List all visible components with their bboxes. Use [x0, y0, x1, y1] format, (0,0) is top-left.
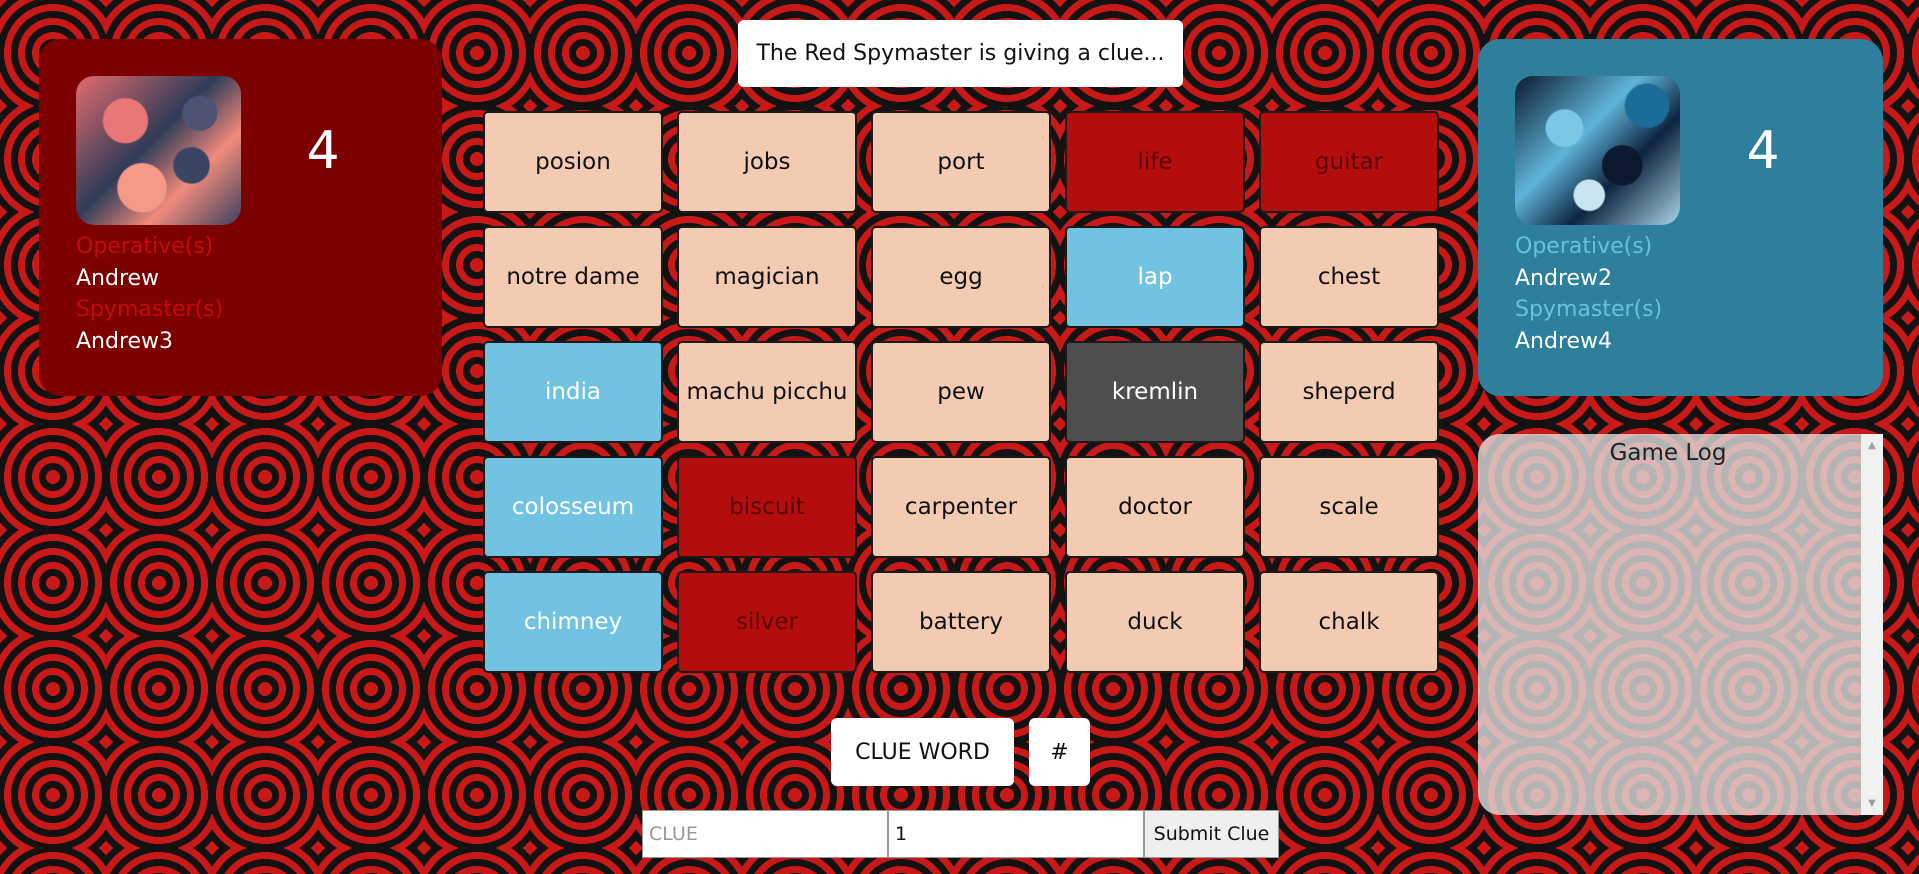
- word-card[interactable]: scale: [1259, 456, 1439, 558]
- word-card[interactable]: life: [1065, 111, 1245, 213]
- word-card[interactable]: india: [483, 341, 663, 443]
- red-team-roles: Operative(s) Andrew Spymaster(s) Andrew3: [76, 231, 223, 357]
- blue-spymaster-name: Andrew4: [1515, 328, 1613, 354]
- word-card[interactable]: pew: [871, 341, 1051, 443]
- word-card[interactable]: jobs: [677, 111, 857, 213]
- word-card[interactable]: chest: [1259, 226, 1439, 328]
- word-card[interactable]: duck: [1065, 571, 1245, 673]
- word-card[interactable]: machu picchu: [677, 341, 857, 443]
- clue-number-display: #: [1029, 718, 1090, 786]
- clue-word-display: CLUE WORD: [831, 718, 1014, 786]
- game-status-message: The Red Spymaster is giving a clue...: [738, 20, 1183, 87]
- blue-team-score: 4: [1746, 121, 1780, 181]
- game-log-scrollbar[interactable]: ▲ ▼: [1861, 434, 1883, 815]
- clue-input[interactable]: [642, 810, 888, 858]
- blue-team-panel: 4 Operative(s) Andrew2 Spymaster(s) Andr…: [1478, 39, 1883, 396]
- red-operative-name: Andrew: [76, 265, 160, 291]
- red-team-panel: 4 Operative(s) Andrew Spymaster(s) Andre…: [39, 39, 442, 396]
- red-spymaster-name: Andrew3: [76, 328, 174, 354]
- word-card[interactable]: port: [871, 111, 1051, 213]
- scroll-up-arrow-icon[interactable]: ▲: [1861, 440, 1883, 451]
- word-card[interactable]: doctor: [1065, 456, 1245, 558]
- blue-team-roles: Operative(s) Andrew2 Spymaster(s) Andrew…: [1515, 231, 1662, 357]
- game-log-panel[interactable]: Game Log ▲ ▼: [1478, 434, 1883, 815]
- word-card[interactable]: notre dame: [483, 226, 663, 328]
- word-card[interactable]: guitar: [1259, 111, 1439, 213]
- red-operatives-label: Operative(s): [76, 234, 214, 259]
- word-card[interactable]: kremlin: [1065, 341, 1245, 443]
- word-card[interactable]: chimney: [483, 571, 663, 673]
- blue-operative-name: Andrew2: [1515, 265, 1613, 291]
- game-log-title: Game Log: [1609, 440, 1727, 466]
- word-card[interactable]: chalk: [1259, 571, 1439, 673]
- word-card[interactable]: battery: [871, 571, 1051, 673]
- word-card[interactable]: biscuit: [677, 456, 857, 558]
- submit-clue-button[interactable]: Submit Clue: [1144, 810, 1279, 858]
- word-card[interactable]: carpenter: [871, 456, 1051, 558]
- word-card[interactable]: sheperd: [1259, 341, 1439, 443]
- word-card[interactable]: egg: [871, 226, 1051, 328]
- word-card[interactable]: silver: [677, 571, 857, 673]
- scroll-down-arrow-icon[interactable]: ▼: [1861, 798, 1883, 809]
- red-spymasters-label: Spymaster(s): [76, 297, 224, 322]
- blue-operatives-label: Operative(s): [1515, 234, 1653, 259]
- blue-spymasters-label: Spymaster(s): [1515, 297, 1663, 322]
- clue-number-input[interactable]: [888, 810, 1144, 858]
- word-card[interactable]: lap: [1065, 226, 1245, 328]
- word-board: posion jobs port life guitar notre dame magici…: [483, 111, 1439, 673]
- red-team-avatar: [76, 76, 241, 225]
- word-card[interactable]: colosseum: [483, 456, 663, 558]
- word-card[interactable]: posion: [483, 111, 663, 213]
- word-card[interactable]: magician: [677, 226, 857, 328]
- blue-team-avatar: [1515, 76, 1680, 225]
- red-team-score: 4: [306, 121, 340, 181]
